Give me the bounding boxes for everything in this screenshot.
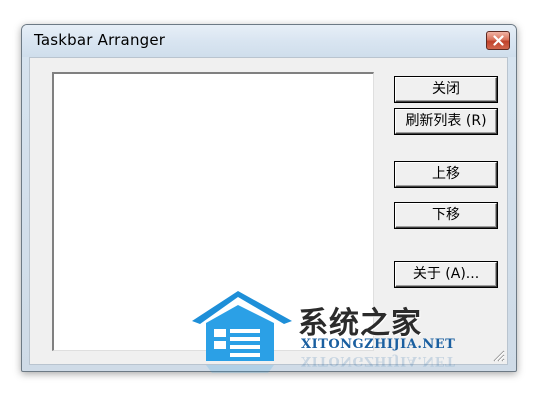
house-logo-icon	[192, 291, 292, 373]
title-bar[interactable]: Taskbar Arranger	[22, 25, 516, 57]
watermark-brand-en-reflection: XITONGZHIJIA.NET	[301, 353, 456, 368]
watermark: 系统之家 XITONGZHIJIA.NET XITONGZHIJIA.NET	[188, 283, 478, 383]
close-button[interactable]: 关闭	[395, 77, 497, 102]
window-close-button[interactable]	[486, 31, 510, 50]
close-icon	[493, 35, 504, 46]
watermark-brand-cn: 系统之家	[298, 306, 422, 341]
watermark-brand-en: XITONGZHIJIA.NET	[301, 337, 456, 352]
refresh-list-button[interactable]: 刷新列表 (R)	[395, 109, 497, 134]
move-down-button[interactable]: 下移	[395, 203, 497, 228]
window-title: Taskbar Arranger	[34, 31, 166, 49]
resize-grip-icon[interactable]	[491, 348, 505, 362]
screenshot: Taskbar Arranger 关闭 刷新列表 (R) 上移 下移 关于 (A…	[0, 0, 550, 405]
move-up-button[interactable]: 上移	[395, 162, 497, 187]
